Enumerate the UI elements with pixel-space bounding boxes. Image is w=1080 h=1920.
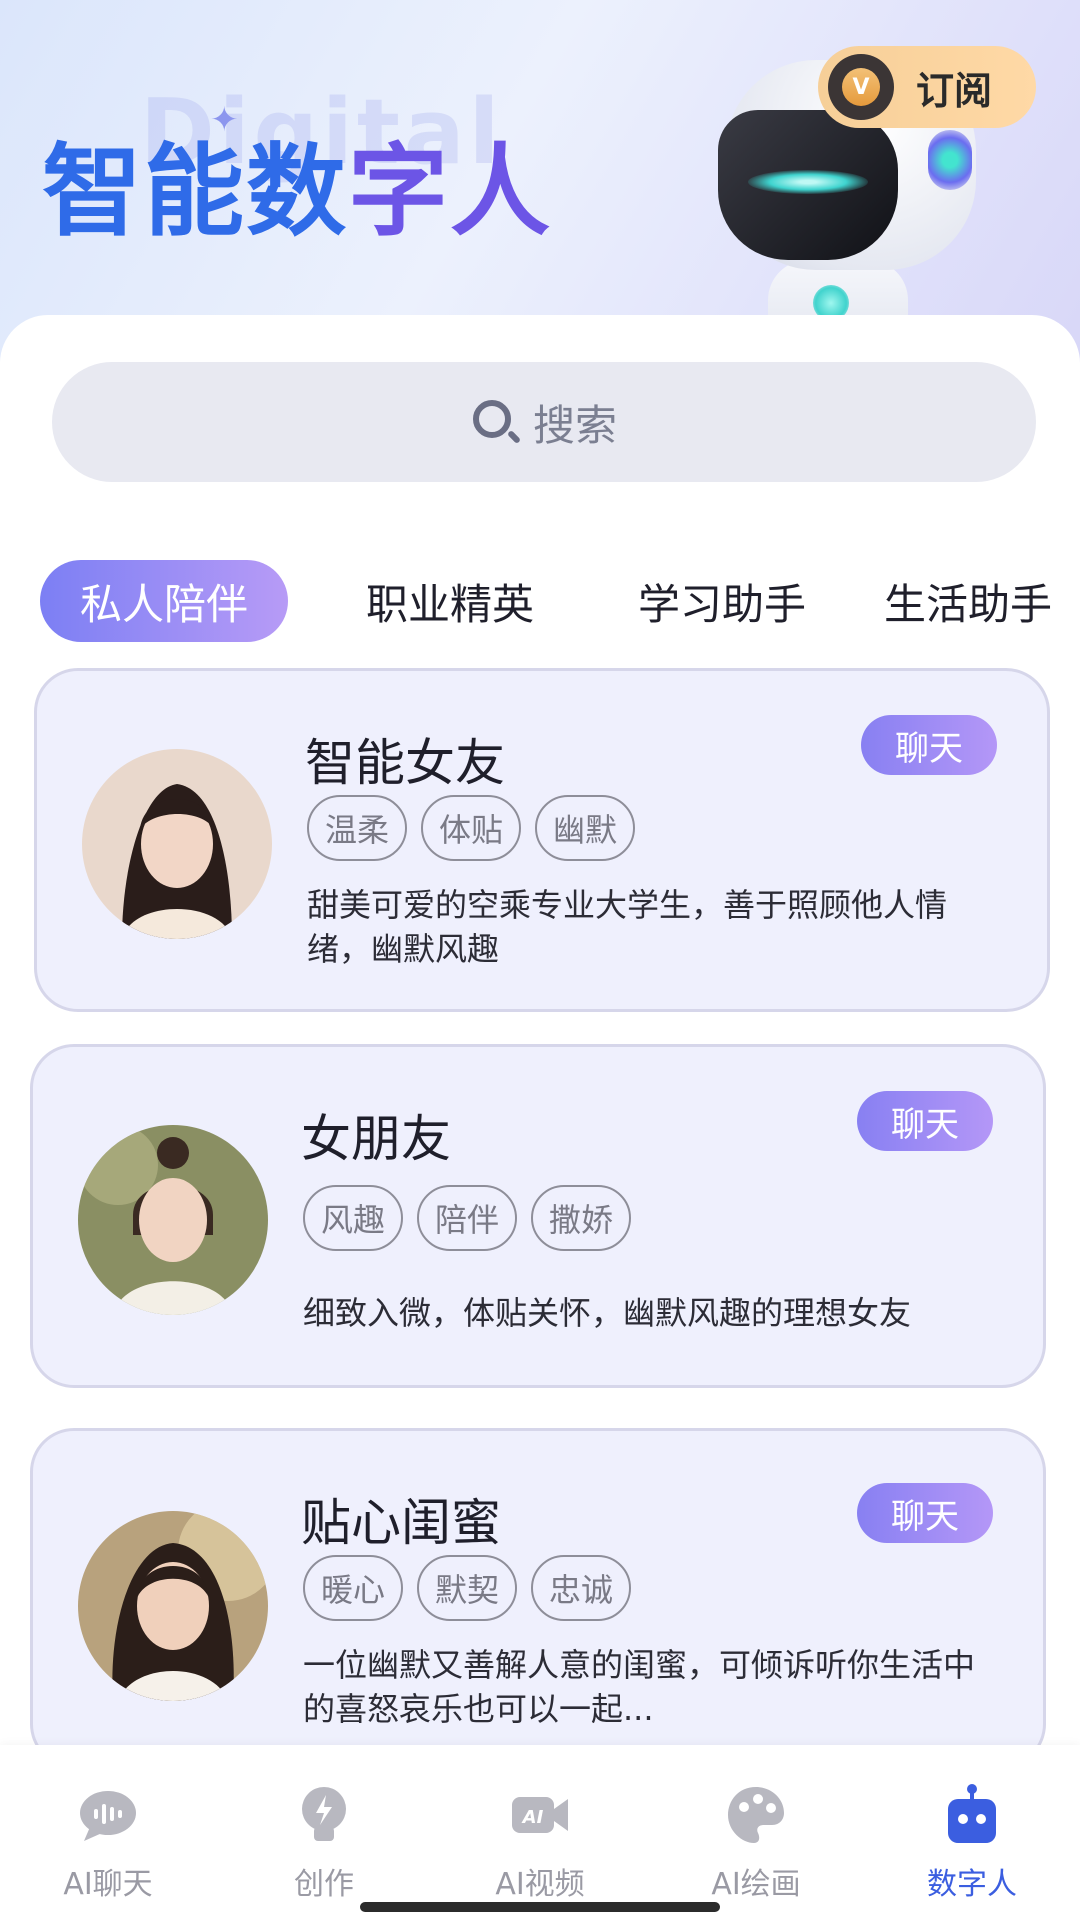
nav-label: AI聊天 — [63, 1867, 153, 1902]
nav-label: 数字人 — [927, 1867, 1017, 1902]
tab-life-assistant[interactable]: 生活助手 — [884, 560, 1080, 642]
nav-item-digital-human[interactable]: 数字人 — [864, 1745, 1080, 1920]
tag-list: 风趣 陪伴 撒娇 — [303, 1185, 631, 1251]
nav-label: AI绘画 — [711, 1867, 801, 1902]
tab-private-companion[interactable]: 私人陪伴 — [40, 560, 288, 642]
chat-button[interactable]: 聊天 — [861, 715, 997, 775]
nav-item-create[interactable]: 创作 — [216, 1745, 432, 1920]
avatar — [78, 1125, 268, 1315]
card-title: 智能女友 — [305, 734, 505, 792]
tab-study-assistant[interactable]: 学习助手 — [612, 560, 832, 642]
card-title: 女朋友 — [301, 1110, 451, 1168]
page-title: 智能数字人 — [42, 110, 552, 255]
search-icon — [471, 398, 522, 446]
bottom-nav: AI聊天 创作 AI AI视频 AI绘画 数字人 — [0, 1745, 1080, 1920]
tag: 撒娇 — [531, 1185, 631, 1251]
home-indicator[interactable] — [360, 1902, 720, 1912]
robot-ear — [928, 130, 972, 190]
nav-label: 创作 — [294, 1867, 354, 1902]
persona-card[interactable]: 智能女友 聊天 温柔 体贴 幽默 甜美可爱的空乘专业大学生，善于照顾他人情绪，幽… — [34, 668, 1050, 1012]
lightbulb-icon — [302, 1787, 346, 1841]
chat-button[interactable]: 聊天 — [857, 1091, 993, 1151]
card-description: 一位幽默又善解人意的闺蜜，可倾诉听你生活中的喜怒哀乐也可以一起... — [303, 1646, 976, 1728]
card-description: 细致入微，体贴关怀，幽默风趣的理想女友 — [303, 1294, 912, 1332]
persona-card[interactable]: 女朋友 聊天 风趣 陪伴 撒娇 细致入微，体贴关怀，幽默风趣的理想女友 — [30, 1044, 1046, 1388]
vip-badge-icon: V — [828, 54, 894, 120]
search-input[interactable]: 搜索 — [52, 362, 1036, 482]
tag: 幽默 — [535, 795, 635, 861]
robot-eye — [748, 170, 868, 194]
robot-icon — [948, 1784, 996, 1843]
video-camera-icon: AI — [512, 1797, 568, 1833]
tag-list: 温柔 体贴 幽默 — [307, 795, 635, 861]
page-title-part1: 智能数 — [42, 133, 348, 250]
chat-bubble-icon — [80, 1791, 136, 1841]
card-title: 贴心闺蜜 — [301, 1494, 501, 1552]
tag: 默契 — [417, 1555, 517, 1621]
card-description: 甜美可爱的空乘专业大学生，善于照顾他人情绪，幽默风趣 — [307, 886, 948, 968]
page-title-part2: 字人 — [348, 133, 552, 250]
tag: 陪伴 — [417, 1185, 517, 1251]
tag: 风趣 — [303, 1185, 403, 1251]
avatar — [78, 1511, 268, 1701]
tag-list: 暖心 默契 忠诚 — [303, 1555, 631, 1621]
subscribe-button[interactable]: V 订阅 — [818, 46, 1036, 128]
tag: 暖心 — [303, 1555, 403, 1621]
svg-text:AI: AI — [521, 1807, 544, 1828]
subscribe-label: 订阅 — [916, 68, 993, 113]
nav-item-ai-painting[interactable]: AI绘画 — [648, 1745, 864, 1920]
tag: 忠诚 — [531, 1555, 631, 1621]
vip-badge-letter: V — [842, 68, 880, 106]
search-placeholder: 搜索 — [532, 400, 617, 450]
nav-item-ai-video[interactable]: AI AI视频 — [432, 1745, 648, 1920]
tag: 温柔 — [307, 795, 407, 861]
tab-career-elite[interactable]: 职业精英 — [340, 560, 560, 642]
avatar — [82, 749, 272, 939]
chat-button[interactable]: 聊天 — [857, 1483, 993, 1543]
tag: 体贴 — [421, 795, 521, 861]
nav-item-ai-chat[interactable]: AI聊天 — [0, 1745, 216, 1920]
persona-card[interactable]: 贴心闺蜜 聊天 暖心 默契 忠诚 一位幽默又善解人意的闺蜜，可倾诉听你生活中的喜… — [30, 1428, 1046, 1768]
nav-label: AI视频 — [495, 1867, 585, 1902]
palette-icon — [728, 1787, 784, 1843]
category-tabs: 私人陪伴 职业精英 学习助手 生活助手 — [40, 560, 1080, 642]
